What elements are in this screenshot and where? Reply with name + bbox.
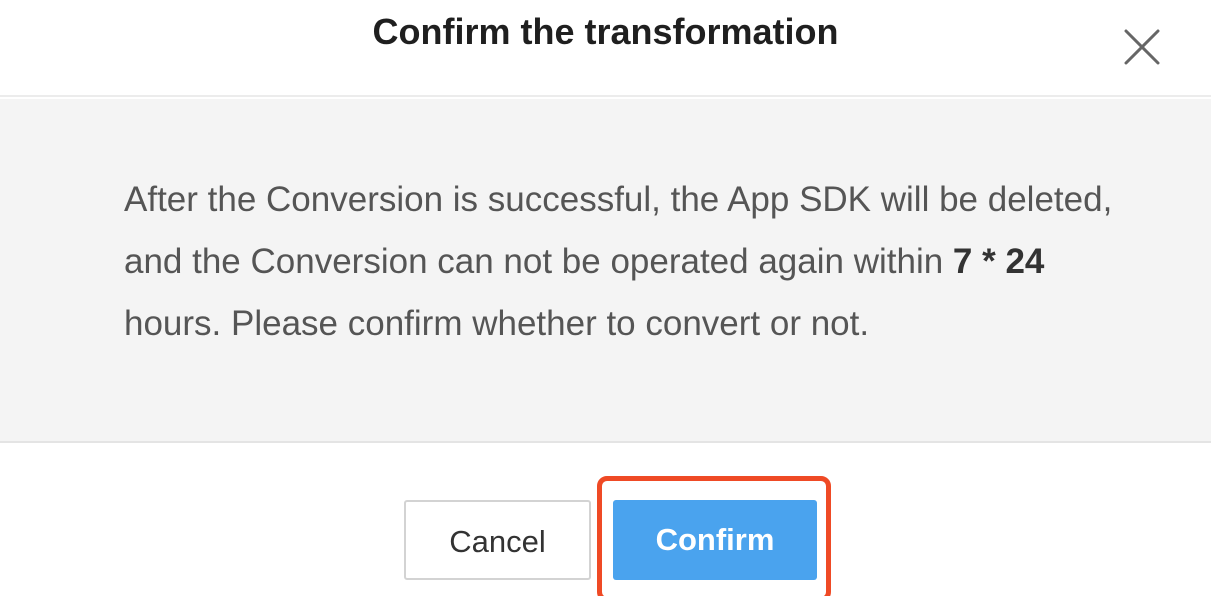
confirm-button[interactable]: Confirm <box>613 500 817 580</box>
dialog-header: Confirm the transformation <box>0 0 1211 97</box>
close-icon <box>1124 29 1160 65</box>
dialog-body: After the Conversion is successful, the … <box>0 99 1211 441</box>
close-button[interactable] <box>1117 22 1167 72</box>
confirm-dialog: Confirm the transformation After the Con… <box>0 0 1211 596</box>
cancel-button[interactable]: Cancel <box>404 500 591 580</box>
dialog-footer: Cancel Confirm <box>0 441 1211 596</box>
message-emphasis: 7 * 24 <box>952 242 1045 281</box>
dialog-title: Confirm the transformation <box>372 11 839 52</box>
message-text-after: hours. Please confirm whether to convert… <box>124 304 870 343</box>
dialog-message: After the Conversion is successful, the … <box>124 169 1114 355</box>
